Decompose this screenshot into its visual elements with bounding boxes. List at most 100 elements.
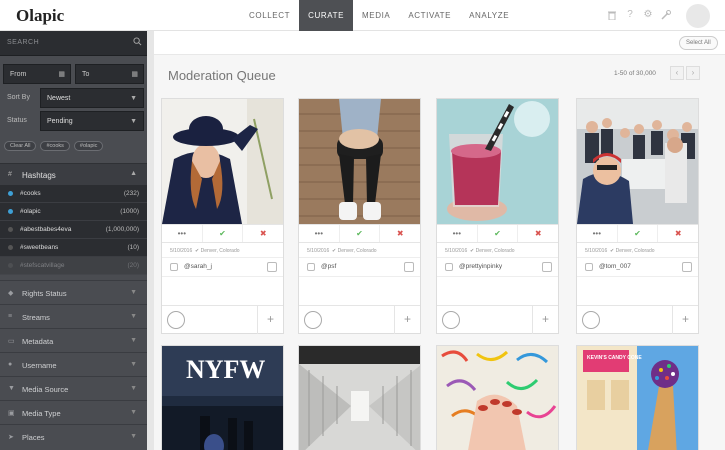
candy-sign-text: KEVIN'S CANDY CONE [587,355,642,361]
clear-all-button[interactable]: Clear All [4,141,37,151]
media-photo[interactable]: NYFW [162,346,284,450]
user-icon: ● [8,361,13,368]
help-icon[interactable]: ? [625,10,635,20]
rights-icon[interactable] [542,262,552,272]
media-card[interactable]: ••• ✔ ✖ 5/10/2016 ✔ Denver, Colorado @to… [576,98,699,334]
media-user[interactable]: @tom_007 [577,258,698,277]
more-icon[interactable]: ••• [162,225,203,242]
reject-icon[interactable]: ✖ [658,225,698,242]
approve-icon[interactable]: ✔ [478,225,519,242]
filter-chip[interactable]: #olapic [73,141,104,151]
tab-collect[interactable]: COLLECT [240,0,299,31]
toggle-dot[interactable] [8,245,13,250]
hashtag-item[interactable]: #olapic (1000) [0,203,147,221]
media-card[interactable]: ••• ✔ ✖ 5/10/2016 ✔ Denver, Colorado @pr… [436,98,559,334]
media-photo[interactable] [162,99,283,224]
sort-value: Newest [47,95,71,102]
search-input[interactable]: SEARCH [7,39,39,46]
comment-icon[interactable] [167,311,185,329]
toggle-dot[interactable] [8,191,13,196]
media-photo[interactable] [299,99,420,224]
app-logo[interactable]: Olapic [16,6,64,26]
toggle-dot[interactable] [8,209,13,214]
media-photo[interactable]: KEVIN'S CANDY CONE [577,346,699,450]
reject-icon[interactable]: ✖ [380,225,420,242]
media-photo[interactable] [437,99,558,224]
rights-icon[interactable] [267,262,277,272]
trash-icon[interactable] [607,10,617,21]
filter-label: Media Type [22,409,61,418]
more-icon[interactable]: ••• [299,225,340,242]
filter-chip[interactable]: #cooks [40,141,70,151]
comment-icon[interactable] [442,311,460,329]
next-page-button[interactable]: › [686,66,700,80]
wrench-icon[interactable] [661,10,671,20]
to-date-field[interactable]: To ▦ [75,64,144,84]
filter-rights-status[interactable]: ◆ Rights Status ▼ [0,280,147,304]
filter-media-source[interactable]: ▼ Media Source ▼ [0,376,147,400]
hashtag-item[interactable]: #stefscatvillage (20) [0,257,147,275]
media-photo[interactable] [299,346,421,450]
approve-icon[interactable]: ✔ [618,225,659,242]
media-card[interactable]: ••• ✔ ✖ 5/10/2016 ✔ Denver, Colorado @ps… [298,98,421,334]
filter-streams[interactable]: ≡ Streams ▼ [0,304,147,328]
reject-icon[interactable]: ✖ [243,225,283,242]
status-row: Status Pending ▼ [0,111,147,133]
prev-page-button[interactable]: ‹ [670,66,684,80]
more-icon[interactable]: ••• [577,225,618,242]
status-select[interactable]: Pending ▼ [40,111,144,131]
add-button[interactable]: + [532,306,558,334]
media-card[interactable]: ••• ✔ ✖ 5/10/2016 ✔ Denver, Colorado @sa… [161,98,284,334]
page-title: Moderation Queue [168,68,276,83]
add-button[interactable]: + [257,306,283,334]
rights-icon[interactable] [682,262,692,272]
media-card[interactable] [298,345,421,450]
search-bar[interactable]: SEARCH [0,31,147,56]
select-all-button[interactable]: Select All [679,36,718,50]
hashtag-item[interactable]: #sweetbeans (10) [0,239,147,257]
gear-icon[interactable]: ⚙ [643,10,653,20]
search-icon[interactable] [133,37,145,49]
tab-activate[interactable]: ACTIVATE [399,0,460,31]
filter-media-type[interactable]: ▣ Media Type ▼ [0,400,147,424]
media-user[interactable]: @psf [299,258,420,277]
filter-label: Rights Status [22,289,67,298]
add-button[interactable]: + [394,306,420,334]
media-card[interactable]: KEVIN'S CANDY CONE [576,345,699,450]
hashtag-count: (232) [123,190,139,197]
comment-icon[interactable] [582,311,600,329]
add-button[interactable]: + [672,306,698,334]
media-photo[interactable] [577,99,698,224]
media-date: 5/10/2016 [445,248,468,254]
calendar-icon[interactable]: ▦ [58,65,65,84]
media-card[interactable] [436,345,559,450]
approve-icon[interactable]: ✔ [340,225,381,242]
chevron-down-icon: ▼ [130,313,137,320]
filter-metadata[interactable]: ▭ Metadata ▼ [0,328,147,352]
calendar-icon[interactable]: ▦ [131,65,138,84]
media-user[interactable]: @prettyinpinky [437,258,558,277]
avatar[interactable] [686,4,710,28]
more-icon[interactable]: ••• [437,225,478,242]
tab-media[interactable]: MEDIA [353,0,399,31]
sort-select[interactable]: Newest ▼ [40,88,144,108]
from-date-field[interactable]: From ▦ [3,64,71,84]
hashtags-header[interactable]: # Hashtags ▲ [0,163,147,185]
comment-icon[interactable] [304,311,322,329]
tab-curate[interactable]: CURATE [299,0,354,31]
toggle-dot[interactable] [8,263,13,268]
streams-icon: ≡ [8,313,13,320]
approve-icon[interactable]: ✔ [203,225,244,242]
hashtag-item[interactable]: #cooks (232) [0,185,147,203]
tab-analyze[interactable]: ANALYZE [460,0,518,31]
media-card[interactable]: NYFW [161,345,284,450]
media-user[interactable]: @sarah_j [162,258,283,277]
reject-icon[interactable]: ✖ [518,225,558,242]
filter-places[interactable]: ➤ Places ▼ [0,424,147,448]
media-photo[interactable] [437,346,559,450]
chevron-down-icon: ▼ [130,95,137,102]
rights-icon[interactable] [404,262,414,272]
filter-username[interactable]: ● Username ▼ [0,352,147,376]
toggle-dot[interactable] [8,227,13,232]
hashtag-item[interactable]: #abestbabes4eva (1,000,000) [0,221,147,239]
